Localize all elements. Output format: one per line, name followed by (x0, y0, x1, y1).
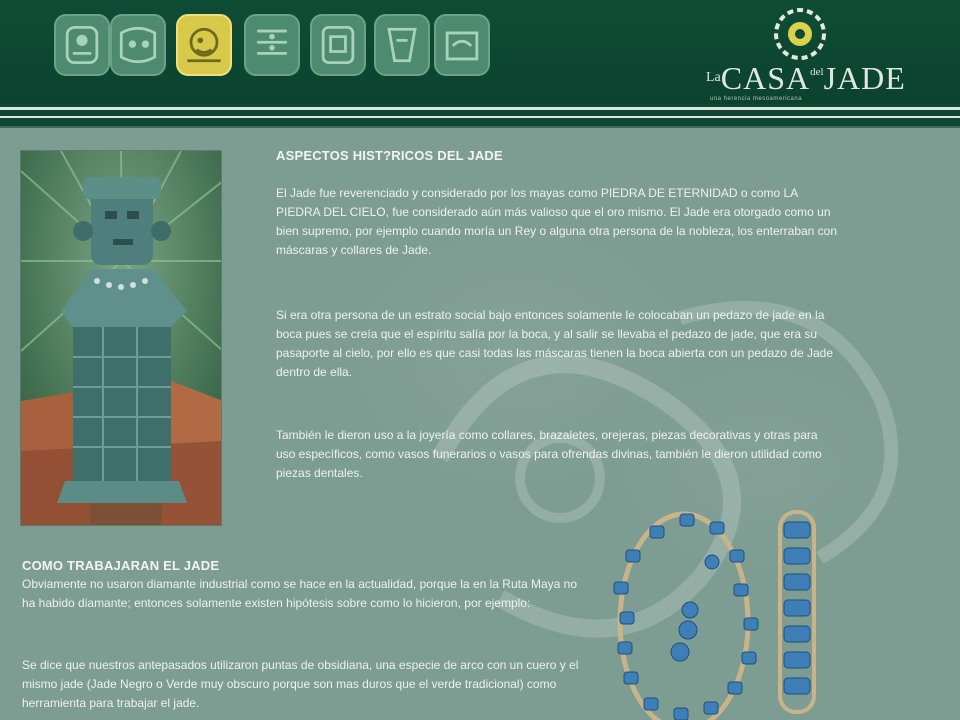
maya-glyph-1-icon[interactable] (54, 14, 110, 76)
header-divider-lines (0, 104, 960, 128)
paragraph-trabajo-1: Obviamente no usaron diamante industrial… (22, 577, 578, 610)
jade-jewelry-photo (604, 502, 844, 720)
maya-glyph-4-icon[interactable] (244, 14, 300, 76)
maya-glyph-5-icon[interactable] (310, 14, 366, 76)
maya-glyph-6-icon[interactable] (374, 14, 430, 76)
logo-tagline: una herencia mesoamericana (710, 96, 803, 102)
paragraph-trabajo-2: Se dice que nuestros antepasados utiliza… (22, 658, 579, 710)
paragraph-historicos-3: También le dieron uso a la joyería como … (276, 428, 822, 480)
casa-del-jade-logo[interactable]: LaCASAdelJADE una herencia mesoamericana (702, 4, 905, 102)
jade-statue-photo (20, 150, 222, 526)
section-title-como-trabajaron: COMO TRABAJARAN EL JADE (22, 558, 220, 573)
site-header: LaCASAdelJADE una herencia mesoamericana (0, 0, 960, 108)
logo-del: del (810, 66, 824, 78)
section-title-historicos: ASPECTOS HIST?RICOS DEL JADE (276, 148, 503, 163)
logo-wordmark: LaCASAdelJADE (702, 60, 905, 97)
logo-jade: JADE (823, 60, 906, 96)
logo-casa: CASA (720, 60, 811, 96)
main-content: ASPECTOS HIST?RICOS DEL JADE El Jade fue… (0, 128, 960, 720)
logo-la: La (706, 70, 721, 85)
paragraph-historicos-1: El Jade fue reverenciado y considerado p… (276, 186, 838, 257)
sun-emblem-icon (774, 8, 826, 60)
maya-glyph-7-icon[interactable] (434, 14, 490, 76)
paragraph-historicos-2: Si era otra persona de un estrato social… (276, 308, 834, 379)
maya-glyph-3-icon[interactable] (176, 14, 232, 76)
maya-glyph-2-icon[interactable] (110, 14, 166, 76)
